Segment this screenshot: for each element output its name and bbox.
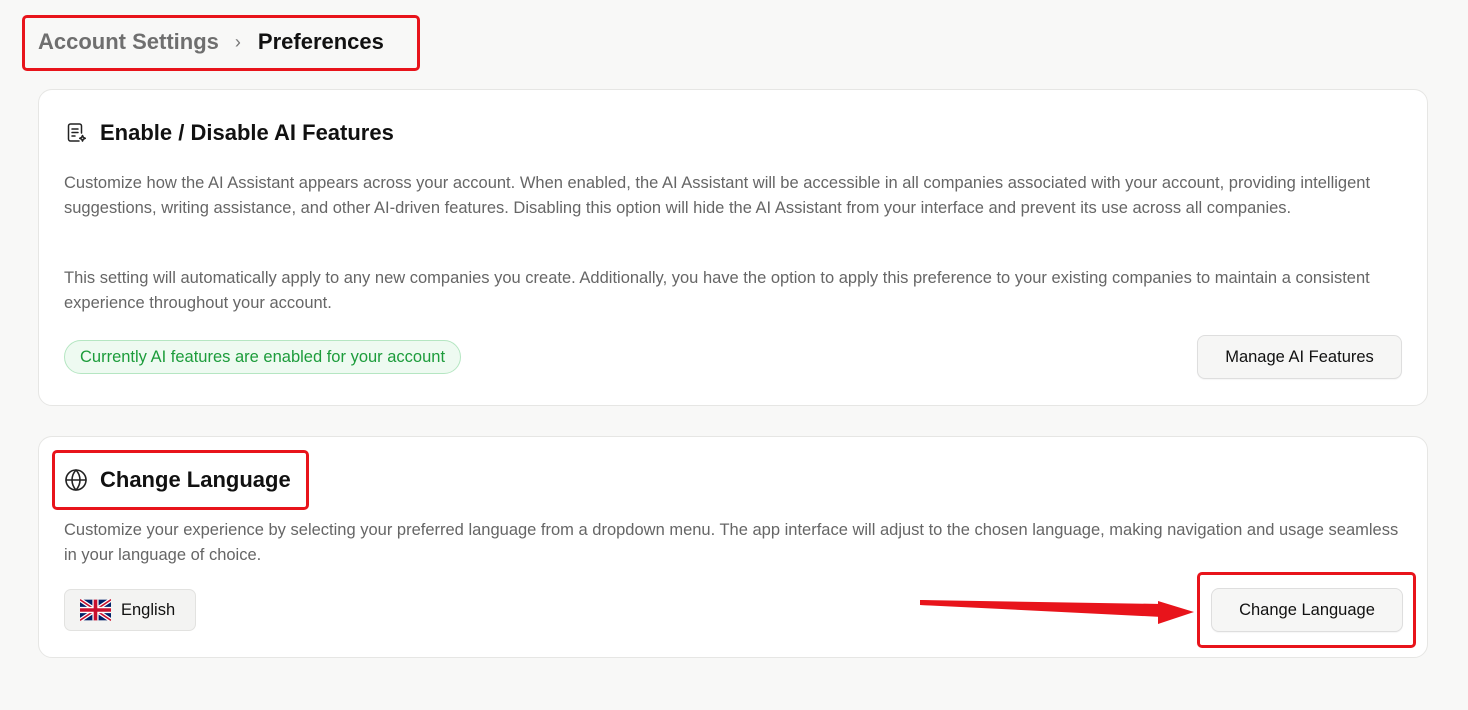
change-language-title: Change Language [100, 467, 291, 492]
change-language-description: Customize your experience by selecting y… [64, 521, 1399, 564]
change-language-button[interactable]: Change Language [1211, 588, 1403, 632]
preferences-page: Account Settings › Preferences Enable / … [0, 0, 1468, 710]
change-language-card: Change Language Customize your experienc… [38, 436, 1428, 658]
ai-features-description-2: This setting will automatically apply to… [64, 269, 1370, 312]
ai-features-title: Enable / Disable AI Features [100, 120, 394, 145]
globe-icon [64, 468, 88, 492]
ai-features-header: Enable / Disable AI Features [64, 120, 394, 146]
current-language-label: English [121, 600, 176, 619]
change-language-header: Change Language [64, 467, 291, 493]
breadcrumb-account-settings[interactable]: Account Settings [38, 29, 219, 55]
ai-status-badge: Currently AI features are enabled for yo… [64, 340, 462, 374]
manage-ai-features-button[interactable]: Manage AI Features [1197, 335, 1402, 379]
ai-document-icon [64, 121, 88, 145]
ai-features-card: Enable / Disable AI Features Customize h… [38, 89, 1428, 406]
breadcrumb-preferences: Preferences [257, 29, 384, 54]
breadcrumb-separator: › [234, 31, 241, 52]
ai-features-description: Customize how the AI Assistant appears a… [64, 174, 1371, 217]
breadcrumb: Account Settings › Preferences [38, 26, 384, 58]
uk-flag-icon [80, 599, 111, 621]
current-language-chip[interactable]: English [64, 589, 196, 631]
